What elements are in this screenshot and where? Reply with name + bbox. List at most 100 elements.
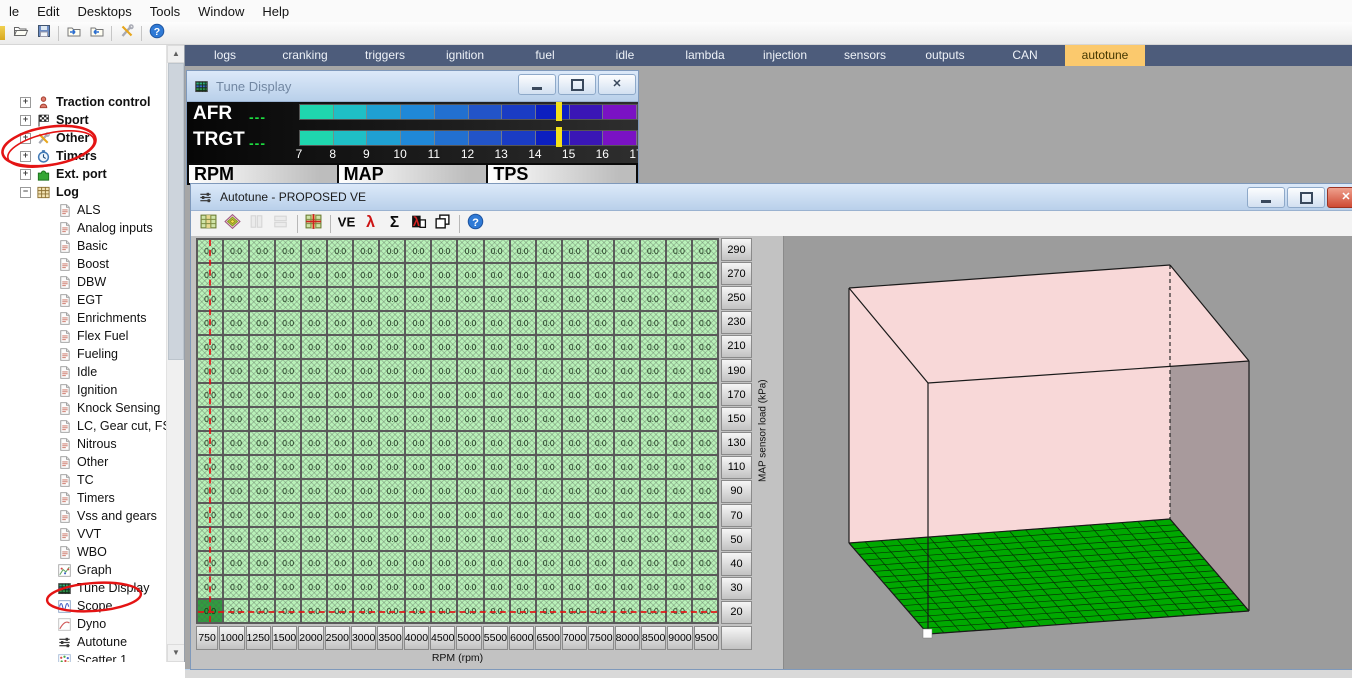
ve-cell[interactable]: 0.0	[458, 336, 482, 358]
ve-cell[interactable]: 0.0	[485, 528, 509, 550]
ve-cell[interactable]: 0.0	[458, 504, 482, 526]
tools-button[interactable]	[115, 23, 138, 43]
ve-cell[interactable]: 0.0	[328, 408, 352, 430]
ve-cell[interactable]: 0.0	[380, 552, 404, 574]
ve-cell[interactable]: 0.0	[380, 336, 404, 358]
ve-cell[interactable]: 0.0	[406, 552, 430, 574]
ve-cell[interactable]: 0.0	[328, 360, 352, 382]
ve-cell[interactable]: 0.0	[432, 576, 456, 598]
ve-cell[interactable]: 0.0	[537, 552, 561, 574]
minimize-button[interactable]	[1247, 187, 1285, 208]
ve-cell[interactable]: 0.0	[563, 528, 587, 550]
ve-cell[interactable]: 0.0	[615, 336, 639, 358]
tree-item-knock-sensing[interactable]: Knock Sensing	[57, 399, 160, 417]
ve-cell[interactable]: 0.0	[198, 456, 222, 478]
ve-cell[interactable]: 0.0	[641, 600, 665, 622]
tree-item-scatter-1[interactable]: Scatter 1	[57, 651, 127, 662]
tree-item-autotune[interactable]: Autotune	[57, 633, 127, 651]
ve-cell[interactable]: 0.0	[224, 240, 248, 262]
rpm-axis-cell[interactable]: 5000	[456, 626, 481, 650]
ve-cell[interactable]: 0.0	[693, 552, 717, 574]
table-crosshair-button[interactable]	[302, 213, 324, 234]
ve-cell[interactable]: 0.0	[615, 408, 639, 430]
ve-cell[interactable]: 0.0	[563, 240, 587, 262]
ve-cell[interactable]: 0.0	[563, 312, 587, 334]
tree-item-timers[interactable]: Timers	[57, 489, 115, 507]
ve-cell[interactable]: 0.0	[485, 480, 509, 502]
map-axis-cell[interactable]: 230	[721, 311, 752, 334]
surface-3d-button[interactable]	[221, 213, 243, 234]
help-button[interactable]: ?	[145, 23, 168, 43]
ve-cell[interactable]: 0.0	[589, 360, 613, 382]
ve-cell[interactable]: 0.0	[302, 600, 326, 622]
ve-cell[interactable]: 0.0	[511, 552, 535, 574]
ve-cell[interactable]: 0.0	[302, 264, 326, 286]
ve-cell[interactable]: 0.0	[641, 528, 665, 550]
tab-cranking[interactable]: cranking	[265, 45, 345, 66]
ve-cell[interactable]: 0.0	[563, 384, 587, 406]
ve-cell[interactable]: 0.0	[406, 240, 430, 262]
ve-table[interactable]: 0.00.00.00.00.00.00.00.00.00.00.00.00.00…	[196, 238, 719, 624]
ve-cell[interactable]: 0.0	[589, 240, 613, 262]
tab-autotune[interactable]: autotune	[1065, 45, 1145, 66]
ve-cell[interactable]: 0.0	[406, 600, 430, 622]
expand-icon[interactable]: +	[20, 97, 31, 108]
rpm-axis-cell[interactable]: 5500	[483, 626, 508, 650]
ve-cell[interactable]: 0.0	[380, 528, 404, 550]
ve-cell[interactable]: 0.0	[328, 384, 352, 406]
ve-cell[interactable]: 0.0	[589, 312, 613, 334]
ve-cell[interactable]: 0.0	[198, 504, 222, 526]
menu-item-desktops[interactable]: Desktops	[69, 2, 141, 21]
tree-item-timers[interactable]: +Timers	[20, 147, 97, 165]
ve-cell[interactable]: 0.0	[250, 600, 274, 622]
rpm-axis-cell[interactable]: 7000	[562, 626, 587, 650]
tree-scrollbar[interactable]: ▲ ▼	[166, 45, 184, 662]
ve-cell[interactable]: 0.0	[458, 432, 482, 454]
ve-cell[interactable]: 0.0	[589, 528, 613, 550]
ve-cell[interactable]: 0.0	[458, 264, 482, 286]
ve-cell[interactable]: 0.0	[432, 480, 456, 502]
ve-cell[interactable]: 0.0	[380, 408, 404, 430]
ve-cell[interactable]: 0.0	[224, 552, 248, 574]
ve-cell[interactable]: 0.0	[693, 480, 717, 502]
ve-cell[interactable]: 0.0	[354, 312, 378, 334]
ve-cell[interactable]: 0.0	[354, 576, 378, 598]
ve-cell[interactable]: 0.0	[224, 312, 248, 334]
ve-cell[interactable]: 0.0	[406, 408, 430, 430]
ve-cell[interactable]: 0.0	[458, 240, 482, 262]
tab-logs[interactable]: logs	[185, 45, 265, 66]
ve-cell[interactable]: 0.0	[328, 480, 352, 502]
rpm-axis-cell[interactable]: 9500	[694, 626, 719, 650]
ve-cell[interactable]: 0.0	[328, 504, 352, 526]
ve-cell[interactable]: 0.0	[432, 264, 456, 286]
ve-cell[interactable]: 0.0	[458, 600, 482, 622]
rpm-axis-cell[interactable]: 1500	[272, 626, 297, 650]
ve-cell[interactable]: 0.0	[589, 480, 613, 502]
ve-cell[interactable]: 0.0	[667, 408, 691, 430]
ve-cell[interactable]: 0.0	[224, 288, 248, 310]
ve-cell[interactable]: 0.0	[250, 456, 274, 478]
map-axis-cell[interactable]: 270	[721, 262, 752, 285]
ve-cell[interactable]: 0.0	[198, 240, 222, 262]
ve-cell[interactable]: 0.0	[693, 456, 717, 478]
rpm-axis-cell[interactable]: 9000	[667, 626, 692, 650]
ve-cell[interactable]: 0.0	[667, 336, 691, 358]
ve-cell[interactable]: 0.0	[589, 408, 613, 430]
map-axis-cell[interactable]: 190	[721, 359, 752, 382]
ve-cell[interactable]: 0.0	[354, 480, 378, 502]
ve-cell[interactable]: 0.0	[380, 480, 404, 502]
ve-cell[interactable]: 0.0	[537, 432, 561, 454]
ve-cell[interactable]: 0.0	[276, 312, 300, 334]
menu-item-le[interactable]: le	[0, 2, 28, 21]
ve-cell[interactable]: 0.0	[641, 576, 665, 598]
ve-cell[interactable]: 0.0	[458, 408, 482, 430]
map-axis-cell[interactable]: 250	[721, 286, 752, 309]
map-axis-cell[interactable]: 50	[721, 528, 752, 551]
save-button[interactable]	[32, 23, 55, 43]
ve-cell[interactable]: 0.0	[667, 432, 691, 454]
map-axis-cell[interactable]: 150	[721, 407, 752, 430]
tree-item-boost[interactable]: Boost	[57, 255, 109, 273]
ve-cell[interactable]: 0.0	[276, 336, 300, 358]
tree-item-flex-fuel[interactable]: Flex Fuel	[57, 327, 128, 345]
ve-cell[interactable]: 0.0	[224, 528, 248, 550]
